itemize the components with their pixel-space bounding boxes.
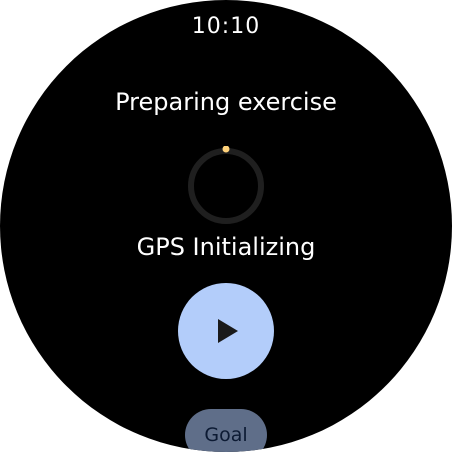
- play-icon: [218, 319, 238, 343]
- start-exercise-button[interactable]: [178, 283, 274, 379]
- progress-track: [188, 148, 264, 224]
- screen-title: Preparing exercise: [115, 88, 337, 116]
- goal-button[interactable]: Goal: [185, 409, 267, 452]
- clock-time: 10:10: [191, 14, 261, 39]
- watch-face: 10:10 Preparing exercise GPS Initializin…: [0, 0, 452, 452]
- loading-ring-icon: [188, 146, 264, 224]
- gps-status: GPS Initializing: [136, 233, 316, 261]
